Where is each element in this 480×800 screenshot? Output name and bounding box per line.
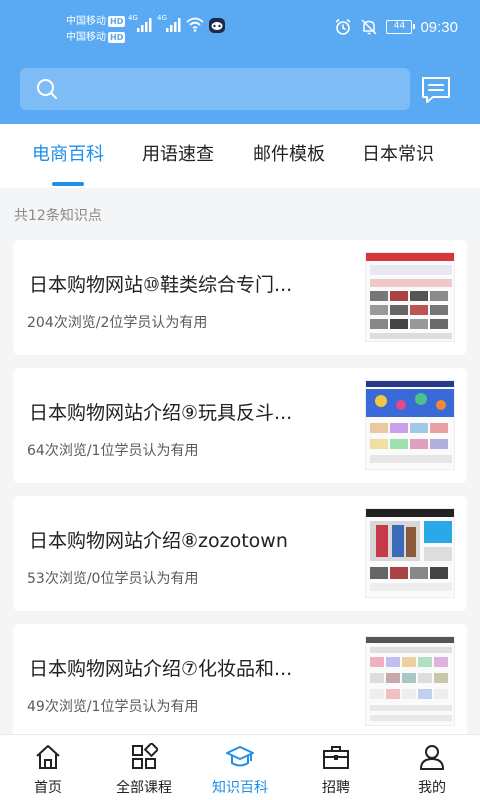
status-time: 09:30 — [420, 18, 458, 36]
article-meta: 53次浏览/0位学员认为有用 — [27, 571, 199, 587]
article-thumbnail — [365, 636, 455, 726]
hd-badge: HD — [108, 16, 126, 27]
carrier-info: 中国移动 HD 中国移动 HD — [66, 14, 126, 46]
article-thumbnail — [365, 252, 455, 342]
article-title: 日本购物网站⑩鞋类综合专门... — [29, 274, 293, 296]
nav-label: 全部课程 — [116, 780, 172, 796]
tab-email-templates[interactable]: 邮件模板 — [229, 124, 349, 188]
nav-all-courses[interactable]: 全部课程 — [96, 735, 192, 800]
nav-label: 我的 — [418, 780, 446, 796]
article-title: 日本购物网站介绍⑨玩具反斗... — [29, 402, 293, 424]
category-tabs: 电商百科 用语速查 邮件模板 日本常识 — [0, 124, 480, 188]
nav-label: 首页 — [34, 780, 62, 796]
tab-ecommerce[interactable]: 电商百科 — [8, 124, 128, 188]
knowledge-count: 共12条知识点 — [14, 208, 102, 224]
signal-icon-2 — [166, 18, 181, 32]
graduation-cap-icon — [226, 746, 254, 767]
nav-mine[interactable]: 我的 — [384, 735, 480, 800]
nav-label: 招聘 — [322, 780, 350, 796]
home-icon — [36, 745, 60, 769]
search-box[interactable] — [20, 68, 410, 110]
article-meta: 64次浏览/1位学员认为有用 — [27, 443, 199, 459]
tab-terms[interactable]: 用语速查 — [118, 124, 238, 188]
message-icon[interactable] — [420, 74, 452, 106]
app-notification-icon — [209, 18, 225, 33]
carrier-2: 中国移动 — [66, 32, 106, 43]
hd-badge-2: HD — [108, 32, 126, 43]
header: 中国移动 HD 中国移动 HD 4G 4G 44 09:30 — [0, 0, 480, 124]
battery-indicator: 44 — [386, 20, 416, 34]
alarm-icon — [335, 18, 351, 35]
nav-knowledge[interactable]: 知识百科 — [192, 735, 288, 800]
tab-japan-knowledge[interactable]: 日本常识 — [338, 124, 458, 188]
grid-icon — [132, 743, 158, 769]
nav-label: 知识百科 — [212, 780, 268, 796]
status-right: 44 09:30 — [334, 18, 458, 36]
mute-bell-icon — [361, 19, 377, 35]
article-card[interactable]: 日本购物网站介绍⑦化妆品和... 49次浏览/1位学员认为有用 — [13, 624, 467, 739]
carrier-1: 中国移动 — [66, 16, 106, 27]
signal-icon — [137, 18, 152, 32]
article-meta: 204次浏览/2位学员认为有用 — [27, 315, 208, 331]
nav-home[interactable]: 首页 — [0, 735, 96, 800]
article-card[interactable]: 日本购物网站介绍⑨玩具反斗... 64次浏览/1位学员认为有用 — [13, 368, 467, 483]
bottom-navigation: 首页 全部课程 知识百科 招聘 我的 — [0, 734, 480, 800]
article-thumbnail — [365, 508, 455, 598]
active-tab-indicator — [52, 182, 84, 186]
article-meta: 49次浏览/1位学员认为有用 — [27, 699, 199, 715]
search-icon — [37, 79, 57, 99]
search-input[interactable] — [72, 68, 402, 110]
briefcase-icon — [323, 746, 349, 769]
article-card[interactable]: 日本购物网站⑩鞋类综合专门... 204次浏览/2位学员认为有用 — [13, 240, 467, 355]
status-bar: 中国移动 HD 中国移动 HD 4G 4G 44 09:30 — [0, 0, 480, 56]
article-title: 日本购物网站介绍⑧zozotown — [29, 530, 288, 552]
article-thumbnail — [365, 380, 455, 470]
nav-jobs[interactable]: 招聘 — [288, 735, 384, 800]
article-card[interactable]: 日本购物网站介绍⑧zozotown 53次浏览/0位学员认为有用 — [13, 496, 467, 611]
article-title: 日本购物网站介绍⑦化妆品和... — [29, 658, 293, 680]
wifi-icon — [186, 17, 204, 32]
user-icon — [420, 745, 444, 770]
